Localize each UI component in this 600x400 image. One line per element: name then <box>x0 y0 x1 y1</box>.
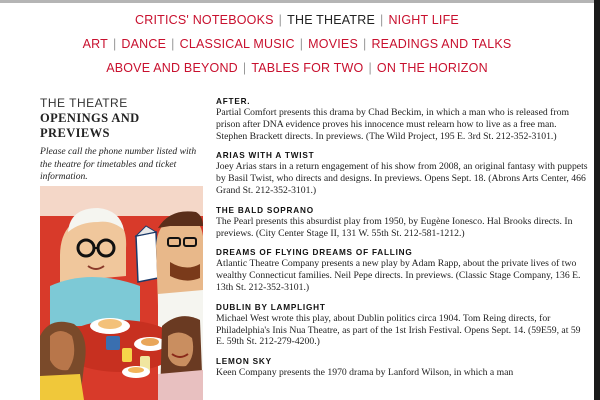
nav-on-the-horizon[interactable]: ON THE HORIZON <box>377 61 488 75</box>
nav-row-3: ABOVE AND BEYOND | TABLES FOR TWO | ON THE H… <box>0 56 594 80</box>
listing-body: Joey Arias stars in a return engagement … <box>216 161 588 196</box>
listing-entry: DREAMS OF FLYING DREAMS OF FALLING Atlan… <box>216 248 588 293</box>
listing-body: The Pearl presents this absurdist play f… <box>216 215 573 239</box>
listing-body: Michael West wrote this play, about Dubl… <box>216 312 581 348</box>
nav-readings-and-talks[interactable]: READINGS AND TALKS <box>371 37 511 51</box>
nav-separator: | <box>112 37 117 51</box>
listing-entry: THE BALD SOPRANO The Pearl presents this… <box>216 206 588 240</box>
listing-title: THE BALD SOPRANO <box>216 205 314 215</box>
nav-classical-music[interactable]: CLASSICAL MUSIC <box>180 37 295 51</box>
listings: AFTER. Partial Comfort presents this dra… <box>216 97 588 388</box>
listing-title: LEMON SKY <box>216 357 272 367</box>
listing-body: Partial Comfort presents this drama by C… <box>216 107 569 142</box>
listing-body: Atlantic Theatre Company presents a new … <box>216 258 581 293</box>
nav-row-1: CRITICS' NOTEBOOKS | THE THEATRE | NIGHT LIF… <box>0 8 594 32</box>
nav-separator: | <box>171 37 175 51</box>
dinner-illustration <box>40 186 203 400</box>
nav-tables-for-two[interactable]: TABLES FOR TWO <box>251 61 363 75</box>
nav-movies[interactable]: MOVIES <box>308 37 358 51</box>
listing-title: AFTER. <box>216 97 251 106</box>
section-title: THE THEATRE <box>40 96 128 110</box>
nav-the-theatre[interactable]: THE THEATRE <box>287 13 375 27</box>
nav-critics-notebooks[interactable]: CRITICS' NOTEBOOKS <box>135 13 274 27</box>
listing-entry: AFTER. Partial Comfort presents this dra… <box>216 97 588 142</box>
section-subtitle: OPENINGS AND PREVIEWS <box>40 111 140 140</box>
sidebar: THE THEATRE OPENINGS AND PREVIEWS Please… <box>40 96 205 184</box>
scrollbar[interactable] <box>594 0 600 400</box>
listing-entry: DUBLIN BY LAMPLIGHT Michael West wrote t… <box>216 303 588 348</box>
listing-entry: ARIAS WITH A TWIST Joey Arias stars in a… <box>216 151 588 196</box>
nav-separator: | <box>379 13 384 27</box>
listing-body: Keen Company presents the 1970 drama by … <box>216 367 514 379</box>
nav-separator: | <box>242 61 247 75</box>
listing-title: DREAMS OF FLYING DREAMS OF FALLING <box>216 248 413 258</box>
nav-row-2: ART | DANCE | CLASSICAL MUSIC | MOVIES | READING… <box>0 32 594 56</box>
section-nav: CRITICS' NOTEBOOKS | THE THEATRE | NIGHT LIF… <box>0 8 594 80</box>
nav-separator: | <box>299 37 304 51</box>
nav-separator: | <box>278 13 283 27</box>
listing-entry: LEMON SKY Keen Company presents the 1970… <box>216 357 588 379</box>
nav-night-life[interactable]: NIGHT LIFE <box>388 13 459 27</box>
nav-above-and-beyond[interactable]: ABOVE AND BEYOND <box>106 61 238 75</box>
top-border <box>0 0 600 3</box>
nav-separator: | <box>362 37 367 51</box>
listing-title: DUBLIN BY LAMPLIGHT <box>216 302 326 312</box>
nav-art[interactable]: ART <box>83 37 108 51</box>
ticket-note: Please call the phone number listed with… <box>40 146 197 182</box>
nav-separator: | <box>368 61 372 75</box>
nav-dance[interactable]: DANCE <box>121 37 166 51</box>
listing-title: ARIAS WITH A TWIST <box>216 151 315 161</box>
